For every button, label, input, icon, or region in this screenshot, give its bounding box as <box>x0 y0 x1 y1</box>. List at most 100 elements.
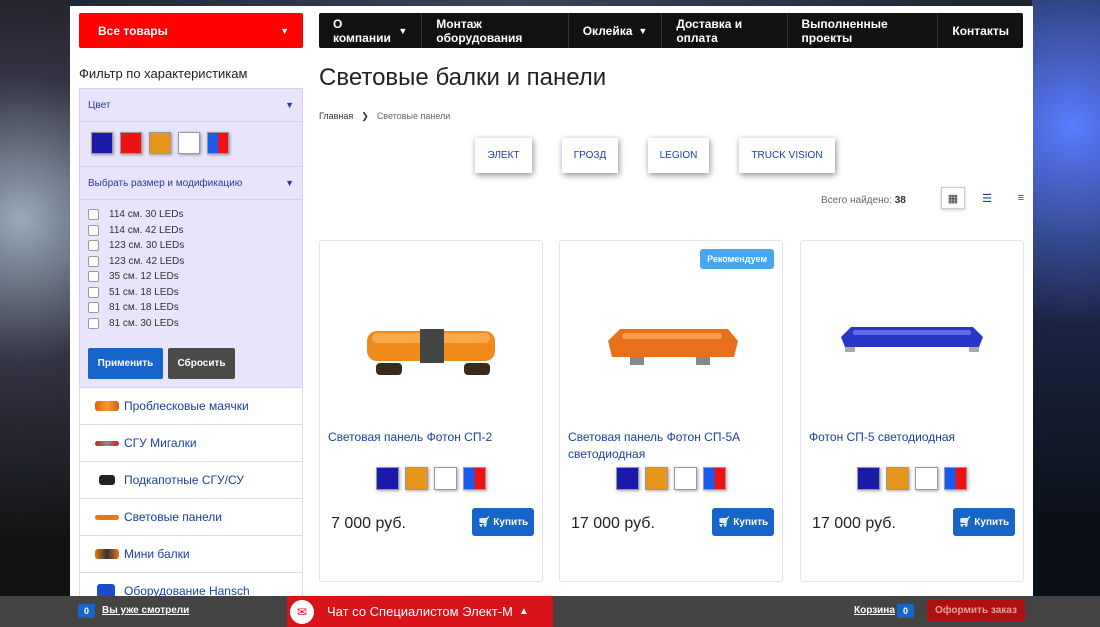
category-item-sirens[interactable]: СГУ Мигалки <box>79 425 303 462</box>
category-item-beacons[interactable]: Проблесковые маячки <box>79 388 303 425</box>
swatch-orange[interactable] <box>405 467 428 490</box>
brand-button-legion[interactable]: LEGION <box>648 138 709 173</box>
swatch-blue[interactable] <box>616 467 639 490</box>
product-price: 17 000 руб. <box>571 515 655 532</box>
size-option[interactable]: 114 см. 30 LEDs <box>88 207 294 223</box>
nav-label: Оклейка <box>582 23 633 38</box>
buy-button[interactable]: 🛒︎ Купить <box>712 508 774 536</box>
buy-button[interactable]: 🛒︎ Купить <box>472 508 534 536</box>
nav-item-delivery[interactable]: Доставка и оплата <box>662 13 788 48</box>
category-item-underhood[interactable]: Подкапотные СГУ/СУ <box>79 462 303 499</box>
size-option[interactable]: 51 см. 18 LEDs <box>88 285 294 301</box>
reset-button[interactable]: Сбросить <box>168 348 235 379</box>
checkbox[interactable] <box>88 286 99 298</box>
breadcrumb-current: Световые панели <box>376 111 451 121</box>
brand-button-elekt[interactable]: ЭЛЕКТ <box>475 138 532 173</box>
list-view-icon[interactable]: ☰ <box>975 187 999 209</box>
nav-label: О компании <box>333 16 391 45</box>
checkbox[interactable] <box>88 240 99 252</box>
size-option[interactable]: 35 см. 12 LEDs <box>88 269 294 285</box>
size-option[interactable]: 123 см. 42 LEDs <box>88 254 294 270</box>
cart-link[interactable]: Корзина <box>854 605 895 616</box>
size-option[interactable]: 81 см. 30 LEDs <box>88 316 294 332</box>
checkbox[interactable] <box>88 302 99 314</box>
category-item-light-panels[interactable]: Световые панели <box>79 499 303 536</box>
all-goods-button[interactable]: Все товары ▼ <box>79 13 303 48</box>
product-name[interactable]: Световая панель Фотон СП-5А светодиодная <box>568 429 774 463</box>
detailed-list-view-icon[interactable]: ≡ <box>1009 187 1033 209</box>
brand-button-grozd[interactable]: ГРОЗД <box>562 138 618 173</box>
swatch-blue-red[interactable] <box>207 132 229 154</box>
nav-item-wrap[interactable]: Оклейка ▼ <box>569 13 663 48</box>
viewed-link[interactable]: Вы уже смотрели <box>102 605 189 616</box>
nav-item-projects[interactable]: Выполненные проекты <box>788 13 939 48</box>
product-image <box>367 329 495 375</box>
grid-view-icon[interactable]: ▦ <box>941 187 965 209</box>
nav-item-about[interactable]: О компании ▼ <box>319 13 423 48</box>
top-navigation: О компании ▼ Монтаж оборудования Оклейка ▼… <box>319 13 1023 48</box>
size-option-label: 114 см. 42 LEDs <box>109 224 184 236</box>
breadcrumb: Главная ❯ Световые панели <box>319 111 450 122</box>
product-card[interactable]: Световая панель Фотон СП-2 7 000 руб. 🛒︎… <box>319 240 543 582</box>
checkbox[interactable] <box>88 209 99 221</box>
size-option[interactable]: 123 см. 30 LEDs <box>88 238 294 254</box>
nav-label: Доставка и оплата <box>676 16 743 45</box>
cart-count-badge: 0 <box>897 604 915 618</box>
siren-icon <box>95 440 119 446</box>
product-card[interactable]: Рекомендуем Световая панель Фотон СП-5А … <box>559 240 783 582</box>
swatch-white[interactable] <box>915 467 938 490</box>
size-option[interactable]: 81 см. 18 LEDs <box>88 300 294 316</box>
swatch-blue-red[interactable] <box>703 467 726 490</box>
category-item-mini-bars[interactable]: Мини балки <box>79 536 303 573</box>
beacon-icon <box>95 401 119 411</box>
chat-button[interactable]: ✉ Чат со Специалистом Элект-М ▲ <box>287 596 553 627</box>
swatch-white[interactable] <box>674 467 697 490</box>
product-color-swatches <box>616 467 726 490</box>
swatch-blue[interactable] <box>857 467 880 490</box>
color-swatches <box>80 122 302 167</box>
checkbox[interactable] <box>88 224 99 236</box>
nav-item-contacts[interactable]: Контакты <box>938 13 1023 48</box>
product-price: 17 000 руб. <box>812 515 896 532</box>
size-option[interactable]: 114 см. 42 LEDs <box>88 223 294 239</box>
swatch-orange[interactable] <box>645 467 668 490</box>
apply-button[interactable]: Применить <box>88 348 163 379</box>
found-number: 38 <box>894 195 906 206</box>
swatch-white[interactable] <box>178 132 200 154</box>
swatch-blue-red[interactable] <box>463 467 486 490</box>
checkbox[interactable] <box>88 255 99 267</box>
product-name[interactable]: Световая панель Фотон СП-2 <box>328 429 534 446</box>
swatch-white[interactable] <box>434 467 457 490</box>
buy-label: Купить <box>493 516 529 528</box>
swatch-blue-red[interactable] <box>944 467 967 490</box>
chevron-right-icon: ❯ <box>361 111 369 121</box>
category-list: Проблесковые маячки СГУ Мигалки Подкапот… <box>79 388 303 610</box>
checkout-button[interactable]: Оформить заказ <box>927 600 1025 621</box>
swatch-red[interactable] <box>120 132 142 154</box>
product-card[interactable]: Фотон СП-5 светодиодная 17 000 руб. 🛒︎ К… <box>800 240 1024 582</box>
checkbox[interactable] <box>88 271 99 283</box>
swatch-orange[interactable] <box>149 132 171 154</box>
buy-button[interactable]: 🛒︎ Купить <box>953 508 1015 536</box>
nav-item-install[interactable]: Монтаж оборудования <box>422 13 569 48</box>
brand-button-truck-vision[interactable]: TRUCK VISION <box>739 138 835 173</box>
product-price: 7 000 руб. <box>331 515 406 532</box>
category-label: Мини балки <box>124 547 190 561</box>
size-filter-header[interactable]: Выбрать размер и модификацию ▼ <box>80 167 302 200</box>
color-filter-header[interactable]: Цвет ▼ <box>80 89 302 122</box>
swatch-orange[interactable] <box>886 467 909 490</box>
found-count: Всего найдено: 38 <box>821 195 906 206</box>
breadcrumb-home[interactable]: Главная <box>319 111 353 122</box>
swatch-blue[interactable] <box>91 132 113 154</box>
recommend-badge: Рекомендуем <box>700 249 774 269</box>
swatch-blue[interactable] <box>376 467 399 490</box>
filter-title: Фильтр по характеристикам <box>79 66 248 81</box>
checkbox[interactable] <box>88 317 99 329</box>
product-name[interactable]: Фотон СП-5 светодиодная <box>809 429 1015 446</box>
size-option-label: 35 см. 12 LEDs <box>109 271 179 283</box>
view-switcher: ▦ ☰ ≡ <box>941 187 1033 209</box>
page-title: Световые балки и панели <box>319 64 607 91</box>
chat-label: Чат со Специалистом Элект-М <box>327 604 513 619</box>
background-right <box>1032 0 1100 627</box>
mail-icon: ✉ <box>290 600 314 624</box>
